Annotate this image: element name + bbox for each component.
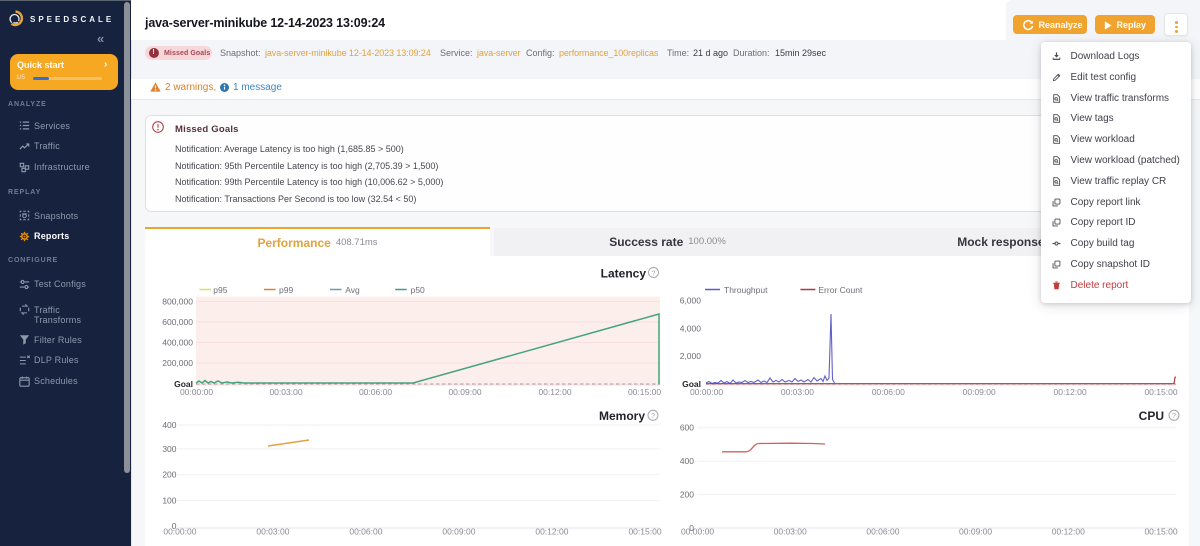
svg-text:00:12:00: 00:12:00: [538, 387, 571, 397]
svg-text:00:06:00: 00:06:00: [349, 527, 382, 537]
svg-text:?: ?: [651, 411, 655, 420]
svg-text:Avg: Avg: [345, 285, 360, 295]
svg-text:200: 200: [680, 490, 694, 500]
svg-text:00:15:00: 00:15:00: [628, 527, 661, 537]
svg-text:p99: p99: [279, 285, 293, 295]
svg-text:CPU: CPU: [1139, 409, 1164, 423]
svg-text:300: 300: [162, 444, 176, 454]
svg-text:00:00:00: 00:00:00: [163, 527, 196, 537]
svg-text:00:06:00: 00:06:00: [872, 387, 905, 397]
svg-text:00:06:00: 00:06:00: [359, 387, 392, 397]
svg-text:00:12:00: 00:12:00: [1054, 387, 1087, 397]
svg-text:p50: p50: [411, 285, 425, 295]
svg-text:Memory: Memory: [599, 409, 645, 423]
svg-text:00:03:00: 00:03:00: [269, 387, 302, 397]
svg-text:00:09:00: 00:09:00: [442, 527, 475, 537]
svg-text:800,000: 800,000: [162, 296, 193, 306]
svg-text:400: 400: [680, 456, 694, 466]
svg-text:Throughput: Throughput: [724, 285, 768, 295]
svg-text:00:09:00: 00:09:00: [448, 387, 481, 397]
svg-text:?: ?: [651, 268, 655, 277]
svg-text:Latency: Latency: [601, 267, 647, 281]
svg-text:4,000: 4,000: [680, 323, 702, 333]
svg-text:00:15:00: 00:15:00: [1144, 387, 1177, 397]
svg-text:?: ?: [1172, 411, 1176, 420]
svg-text:600: 600: [680, 423, 694, 433]
svg-text:Error Count: Error Count: [818, 285, 863, 295]
svg-text:00:03:00: 00:03:00: [256, 527, 289, 537]
svg-text:00:09:00: 00:09:00: [959, 527, 992, 537]
svg-text:200,000: 200,000: [162, 358, 193, 368]
svg-text:100: 100: [162, 495, 176, 505]
svg-text:400,000: 400,000: [162, 338, 193, 348]
svg-text:200: 200: [162, 470, 176, 480]
svg-text:00:00:00: 00:00:00: [681, 527, 714, 537]
svg-text:6,000: 6,000: [680, 296, 702, 306]
svg-text:400: 400: [162, 420, 176, 430]
svg-text:2,000: 2,000: [680, 351, 702, 361]
svg-text:00:09:00: 00:09:00: [963, 387, 996, 397]
svg-text:00:15:00: 00:15:00: [1144, 527, 1177, 537]
svg-text:00:12:00: 00:12:00: [535, 527, 568, 537]
svg-text:00:12:00: 00:12:00: [1052, 527, 1085, 537]
svg-text:00:15:00: 00:15:00: [628, 387, 661, 397]
svg-text:600,000: 600,000: [162, 317, 193, 327]
svg-text:00:06:00: 00:06:00: [866, 527, 899, 537]
svg-text:00:03:00: 00:03:00: [781, 387, 814, 397]
svg-text:00:00:00: 00:00:00: [180, 387, 213, 397]
svg-text:p95: p95: [213, 285, 227, 295]
svg-text:00:03:00: 00:03:00: [774, 527, 807, 537]
svg-text:00:00:00: 00:00:00: [690, 387, 723, 397]
